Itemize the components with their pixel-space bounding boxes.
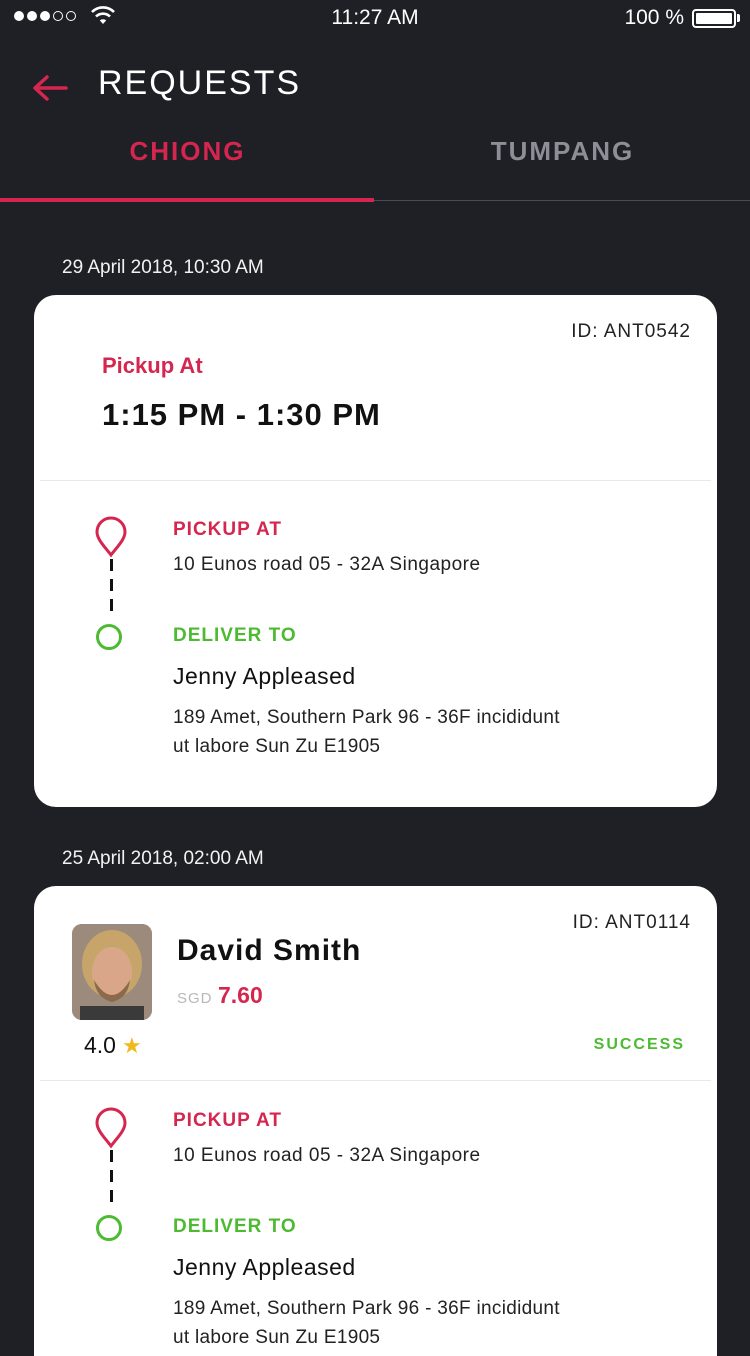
status-bar: 11:27 AM 100 % <box>0 0 750 40</box>
pickup-label: PICKUP AT <box>173 1110 282 1131</box>
driver-name: David Smith <box>177 934 362 967</box>
back-arrow-icon[interactable] <box>30 70 70 106</box>
battery-icon <box>692 9 736 28</box>
pickup-address: 10 Eunos road 05 - 32A Singapore <box>173 1145 481 1166</box>
battery-tip <box>737 14 740 22</box>
recipient-name: Jenny Appleased <box>173 663 356 689</box>
recipient-name: Jenny Appleased <box>173 1254 356 1280</box>
page-title: REQUESTS <box>98 64 302 102</box>
order-id: ID: ANT0114 <box>572 912 691 933</box>
deliver-address-line2: ut labore Sun Zu E1905 <box>173 736 381 757</box>
destination-circle-icon <box>96 1215 122 1241</box>
deliver-label: DELIVER TO <box>173 625 297 646</box>
request-date: 25 April 2018, 02:00 AM <box>62 848 264 869</box>
route-line <box>110 1150 113 1208</box>
card-divider <box>40 480 711 481</box>
currency-label: SGD <box>177 990 213 1007</box>
deliver-address: 189 Amet, Southern Park 96 - 36F incidid… <box>173 1294 633 1352</box>
pickup-label: PICKUP AT <box>173 519 282 540</box>
pickup-time-label: Pickup At <box>102 353 203 378</box>
order-id: ID: ANT0542 <box>571 321 691 342</box>
tab-tumpang[interactable]: TUMPANG <box>375 136 750 167</box>
battery-percentage: 100 % <box>624 6 684 29</box>
deliver-address: 189 Amet, Southern Park 96 - 36F incidid… <box>173 703 633 761</box>
active-tab-indicator <box>0 198 374 202</box>
pickup-address: 10 Eunos road 05 - 32A Singapore <box>173 554 481 575</box>
fare-amount: 7.60 <box>218 982 263 1008</box>
destination-circle-icon <box>96 624 122 650</box>
deliver-label: DELIVER TO <box>173 1216 297 1237</box>
rating-value: 4.0 <box>84 1032 116 1058</box>
driver-rating: 4.0 ★ <box>84 1032 142 1059</box>
request-card[interactable]: ID: ANT0542 Pickup At 1:15 PM - 1:30 PM … <box>34 295 717 807</box>
pickup-pin-icon <box>94 1106 128 1150</box>
star-icon: ★ <box>121 1032 142 1058</box>
request-card[interactable]: ID: ANT0114 4.0 ★ David Smith SGD 7.60 S… <box>34 886 717 1356</box>
route-line <box>110 559 113 617</box>
request-date: 29 April 2018, 10:30 AM <box>62 257 264 278</box>
pickup-pin-icon <box>94 515 128 559</box>
pickup-time: 1:15 PM - 1:30 PM <box>102 397 381 432</box>
deliver-address-line1: 189 Amet, Southern Park 96 - 36F incidid… <box>173 1298 560 1319</box>
tab-chiong[interactable]: CHIONG <box>0 136 375 167</box>
card-divider <box>40 1080 711 1081</box>
deliver-address-line2: ut labore Sun Zu E1905 <box>173 1327 381 1348</box>
deliver-address-line1: 189 Amet, Southern Park 96 - 36F incidid… <box>173 707 560 728</box>
avatar <box>72 924 152 1020</box>
status-badge: SUCCESS <box>593 1036 685 1053</box>
